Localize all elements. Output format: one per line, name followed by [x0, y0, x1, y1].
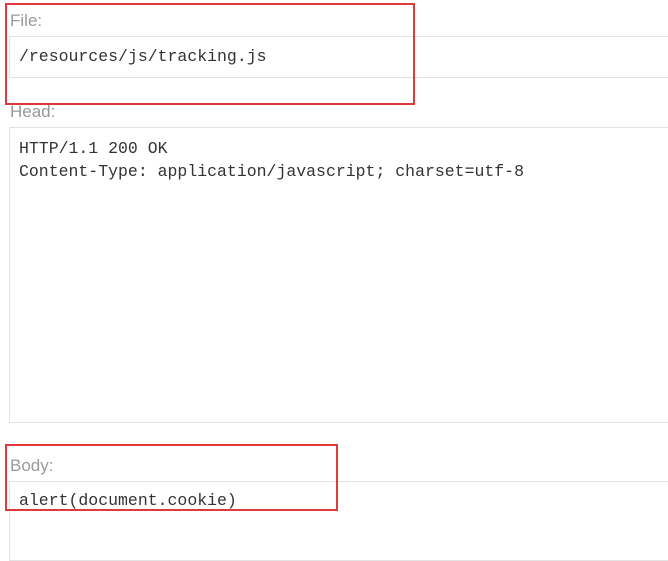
- file-input[interactable]: /resources/js/tracking.js: [9, 36, 668, 78]
- head-textarea[interactable]: HTTP/1.1 200 OK Content-Type: applicatio…: [9, 127, 668, 423]
- body-label: Body:: [10, 456, 54, 475]
- body-textarea[interactable]: alert(document.cookie): [9, 481, 668, 561]
- head-label: Head:: [10, 102, 56, 121]
- file-label: File:: [10, 11, 43, 30]
